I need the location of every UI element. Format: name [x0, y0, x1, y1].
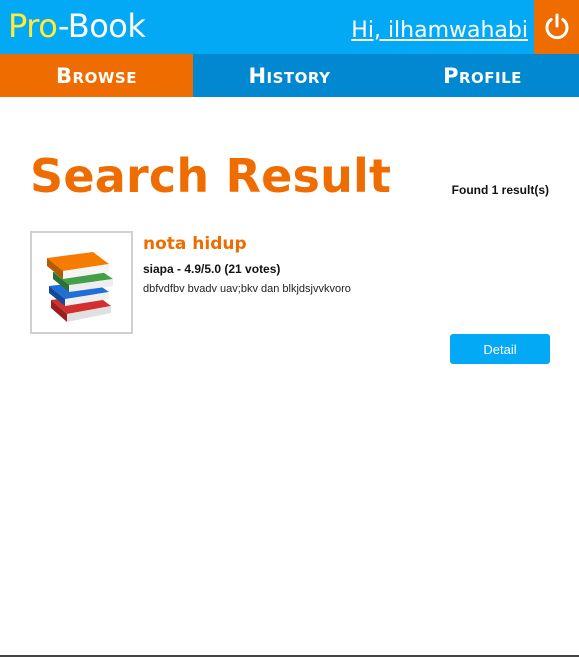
result-count: Found 1 result(s): [451, 183, 549, 197]
logo-book-text: Book: [67, 7, 146, 45]
book-description: dbfvdfbv bvadv uav;bkv dan blkjdsjvvkvor…: [143, 283, 351, 295]
tab-profile[interactable]: Profile: [386, 54, 579, 97]
book-cover[interactable]: [30, 231, 133, 334]
tab-history[interactable]: History: [193, 54, 386, 97]
app-header: Pro-Book Hi, ilhamwahabi: [0, 0, 579, 54]
page-title: Search Result: [30, 149, 392, 203]
logout-button[interactable]: [534, 0, 579, 54]
book-title[interactable]: nota hidup: [143, 233, 247, 255]
books-stack-icon: [46, 251, 113, 322]
profile-greeting-link[interactable]: Hi, ilhamwahabi: [351, 17, 528, 45]
logo-dash-text: -: [57, 7, 68, 45]
tab-browse[interactable]: Browse: [0, 54, 193, 97]
main-nav: Browse History Profile: [0, 54, 579, 97]
book-author-rating: siapa - 4.9/5.0 (21 votes): [143, 262, 281, 276]
logo-pro-text: Pro: [8, 7, 58, 45]
detail-button[interactable]: Detail: [450, 334, 550, 364]
app-logo[interactable]: Pro-Book: [8, 6, 146, 46]
power-icon: [545, 13, 568, 40]
